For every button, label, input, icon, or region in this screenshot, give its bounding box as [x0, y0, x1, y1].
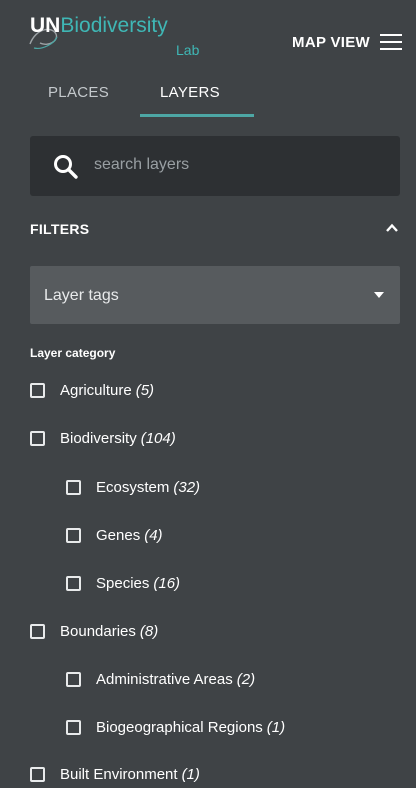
category-count: (16) — [153, 574, 181, 592]
category-label: Ecosystem — [96, 478, 170, 496]
layer-tags-label: Layer tags — [44, 287, 119, 304]
checkbox-unchecked-icon[interactable] — [30, 382, 45, 398]
category-item[interactable]: Built Environment (1) — [30, 762, 200, 786]
category-label: Genes — [96, 526, 141, 544]
category-count: (5) — [135, 381, 155, 399]
category-count: (1) — [181, 765, 200, 783]
logo-un-text: UN — [30, 14, 61, 37]
checkbox-unchecked-icon[interactable] — [30, 430, 45, 446]
category-item[interactable]: Agriculture (5) — [30, 378, 154, 402]
category-item[interactable]: Genes (4) — [66, 523, 163, 547]
filters-toggle[interactable]: FILTERS — [0, 212, 416, 244]
category-count: (104) — [140, 429, 176, 447]
hamburger-icon — [380, 34, 402, 50]
checkbox-unchecked-icon[interactable] — [66, 719, 81, 735]
category-label: Administrative Areas — [96, 670, 233, 688]
category-label: Biodiversity — [60, 429, 137, 447]
map-view-label: MAP VIEW — [292, 33, 370, 51]
chevron-up-icon — [386, 223, 398, 232]
layer-category-title: Layer category — [30, 346, 116, 360]
map-view-button[interactable]: MAP VIEW — [292, 30, 402, 54]
category-label: Agriculture — [60, 381, 132, 399]
category-count: (1) — [266, 718, 286, 736]
logo-text: UNBiodiversity — [30, 14, 168, 38]
search-icon — [54, 155, 78, 179]
active-tab-indicator — [140, 114, 254, 117]
category-label: Biogeographical Regions — [96, 718, 263, 736]
category-item[interactable]: Administrative Areas (2) — [66, 667, 255, 691]
checkbox-unchecked-icon[interactable] — [66, 527, 81, 543]
category-item[interactable]: Biodiversity (104) — [30, 426, 176, 450]
checkbox-unchecked-icon[interactable] — [30, 623, 45, 639]
panel-header: UNBiodiversity Lab MAP VIEW — [0, 0, 416, 72]
logo-lab-text: Lab — [176, 42, 200, 58]
search-input[interactable]: search layers — [30, 136, 400, 196]
logo-biodiversity-text: Biodiversity — [60, 14, 168, 37]
panel-tabs: PLACES LAYERS — [30, 84, 270, 122]
un-biodiversity-lab-logo[interactable]: UNBiodiversity Lab — [29, 14, 230, 60]
tab-layers[interactable]: LAYERS — [160, 84, 220, 101]
caret-down-icon — [374, 292, 384, 298]
checkbox-unchecked-icon[interactable] — [66, 479, 81, 495]
category-label: Species — [96, 574, 150, 592]
category-item[interactable]: Biogeographical Regions (1) — [66, 715, 285, 739]
layers-panel: UNBiodiversity Lab MAP VIEW PLACES LAYER… — [0, 0, 416, 788]
checkbox-unchecked-icon[interactable] — [66, 671, 81, 687]
search-placeholder: search layers — [94, 156, 190, 173]
category-item[interactable]: Species (16) — [66, 571, 180, 595]
checkbox-unchecked-icon[interactable] — [30, 766, 45, 782]
category-item[interactable]: Boundaries (8) — [30, 619, 158, 643]
checkbox-unchecked-icon[interactable] — [66, 575, 81, 591]
category-label: Boundaries — [60, 622, 136, 640]
category-item[interactable]: Ecosystem (32) — [66, 475, 200, 499]
category-count: (2) — [236, 670, 256, 688]
category-count: (32) — [173, 478, 201, 496]
filters-title: FILTERS — [30, 221, 90, 237]
layer-tags-select[interactable]: Layer tags — [30, 266, 400, 324]
tab-places[interactable]: PLACES — [48, 84, 109, 101]
category-count: (4) — [144, 526, 163, 544]
category-count: (8) — [139, 622, 159, 640]
category-label: Built Environment — [60, 765, 178, 783]
